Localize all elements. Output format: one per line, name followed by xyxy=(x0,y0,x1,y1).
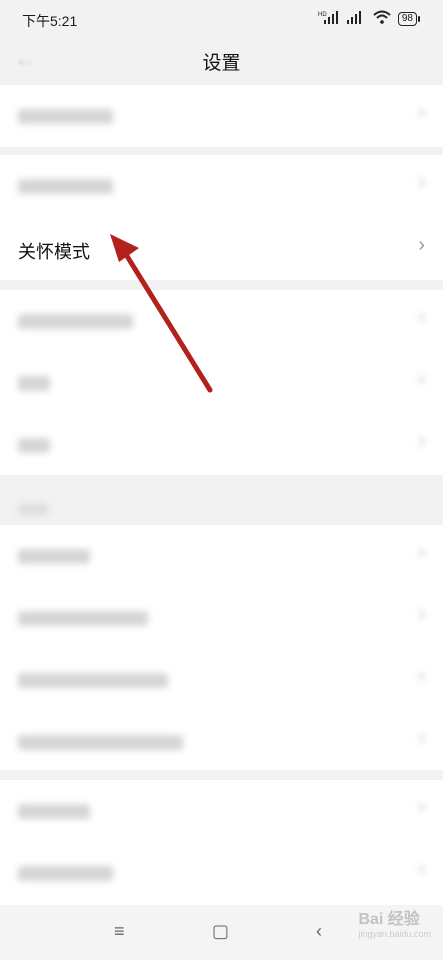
home-icon[interactable]: ▢ xyxy=(212,921,229,942)
settings-row-8[interactable]: › xyxy=(0,587,443,649)
settings-group-4: › › › › xyxy=(0,525,443,770)
settings-row-12[interactable]: › xyxy=(0,842,443,904)
blurred-label xyxy=(18,804,90,819)
chevron-right-icon: › xyxy=(418,727,425,749)
watermark-main: Bai 经验 xyxy=(358,911,420,928)
wifi-icon xyxy=(372,10,392,27)
blurred-label xyxy=(18,109,113,124)
back-icon[interactable]: ‹ xyxy=(316,921,322,942)
blurred-label xyxy=(18,735,183,750)
settings-row-1[interactable]: › xyxy=(0,85,443,147)
header: ← 设置 xyxy=(0,40,443,80)
chevron-right-icon: › xyxy=(418,796,425,818)
blurred-label xyxy=(18,611,148,626)
settings-row-10[interactable]: › xyxy=(0,711,443,773)
chevron-right-icon: › xyxy=(418,368,425,390)
signal-icon xyxy=(346,10,366,27)
menu-icon[interactable]: ≡ xyxy=(114,921,125,942)
baidu-watermark: Bai 经验 jingyan.baidu.com xyxy=(358,905,431,939)
settings-group-2: › 关怀模式 › xyxy=(0,155,443,280)
status-icons: HD 98 xyxy=(318,10,421,27)
chevron-right-icon: › xyxy=(418,306,425,328)
settings-row-11[interactable]: › xyxy=(0,780,443,842)
chevron-right-icon: › xyxy=(418,171,425,193)
settings-group-5: › › xyxy=(0,780,443,905)
signal-hd-icon: HD xyxy=(318,10,340,27)
chevron-right-icon: › xyxy=(418,858,425,880)
chevron-right-icon: › xyxy=(418,665,425,687)
settings-group-1: › xyxy=(0,85,443,147)
battery-icon: 98 xyxy=(397,11,421,26)
page-title: 设置 xyxy=(202,53,241,74)
blurred-label xyxy=(18,314,133,329)
chevron-right-icon: › xyxy=(418,101,425,123)
chevron-right-icon: › xyxy=(418,603,425,625)
settings-row-2[interactable]: › xyxy=(0,155,443,217)
status-bar: 下午5:21 HD 98 xyxy=(0,0,443,40)
care-mode-row[interactable]: 关怀模式 › xyxy=(0,218,443,280)
settings-group-3: › › › xyxy=(0,290,443,475)
blurred-label xyxy=(18,673,168,688)
status-time: 下午5:21 xyxy=(22,13,78,29)
svg-text:HD: HD xyxy=(318,12,327,18)
settings-row-4[interactable]: › xyxy=(0,290,443,352)
settings-row-6[interactable]: › xyxy=(0,414,443,476)
watermark-sub: jingyan.baidu.com xyxy=(358,929,431,939)
chevron-right-icon: › xyxy=(418,430,425,452)
chevron-right-icon: › xyxy=(418,234,425,256)
blurred-label xyxy=(18,866,113,881)
care-mode-label: 关怀模式 xyxy=(18,242,90,262)
blurred-label xyxy=(18,376,50,391)
blurred-label xyxy=(18,438,50,453)
blurred-label xyxy=(18,179,113,194)
section-header xyxy=(18,500,48,516)
settings-row-5[interactable]: › xyxy=(0,352,443,414)
settings-row-7[interactable]: › xyxy=(0,525,443,587)
blurred-label xyxy=(18,549,90,564)
settings-row-9[interactable]: › xyxy=(0,649,443,711)
chevron-right-icon: › xyxy=(418,541,425,563)
